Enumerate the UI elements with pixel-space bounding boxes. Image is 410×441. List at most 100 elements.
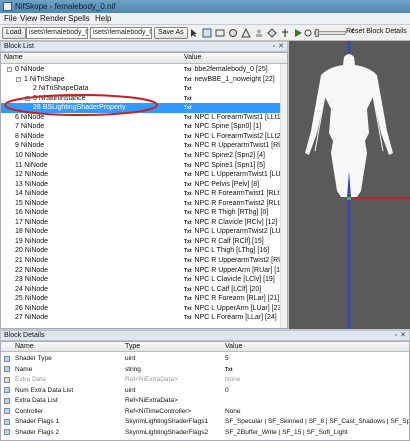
details-col-type[interactable]: Type	[125, 343, 140, 350]
detail-row[interactable]: Shader Flags 2 SkyrimLightingShaderFlags2…	[1, 428, 409, 437]
tree-row[interactable]: 11 NiNode Txt NPC Spine1 [Spn1] [5]	[1, 161, 287, 171]
tree-row[interactable]: 26 NiNode Txt NPC L UpperArm [LUar] [23]	[1, 304, 287, 314]
expand-toggle-icon[interactable]: +	[25, 95, 30, 101]
detail-value[interactable]: SF_ZBuffer_Write | SF_15 | SF_Soft_Light	[225, 428, 348, 437]
block-list-tree[interactable]: Name Value -0 NiNode Txt bbe2femalebody_0 …	[0, 52, 288, 329]
title-bar: NifSkope - femalebody_0.nif	[0, 0, 410, 13]
tree-row[interactable]: 17 NiNode Txt NPC R Clavicle [RClv] [12]	[1, 218, 287, 228]
text-type-icon: Txt	[184, 219, 192, 226]
tree-row[interactable]: 8 NiNode Txt NPC L ForearmTwist2 [LLt2] [2…	[1, 132, 287, 142]
tree-row[interactable]: 23 NiNode Txt NPC L Clavicle [LClv] [19]	[1, 275, 287, 285]
detail-value[interactable]: None	[225, 375, 241, 384]
tree-row[interactable]: -1 NiTriShape Txt newBBE_1_noweight [22]	[1, 75, 287, 85]
tree-row[interactable]: 22 NiNode Txt NPC R UpperArm [RUar] [18]	[1, 266, 287, 276]
tree-row[interactable]: 13 NiNode Txt NPC Pelvis [Pelv] [8]	[1, 180, 287, 190]
close-panel-icon[interactable]: ✕	[278, 42, 284, 51]
tree-row-name: 15 NiNode	[15, 199, 49, 207]
detail-row[interactable]: Controller Ref<NiTimeController> None	[1, 407, 409, 416]
pointer-icon[interactable]	[202, 28, 212, 38]
tree-row[interactable]: +3 NiSkinInstance Txt	[1, 94, 287, 104]
text-type-icon: Txt	[184, 296, 192, 303]
detail-value[interactable]: SF_Specular | SF_Skinned | SF_8 | SF_Cas…	[225, 417, 409, 426]
tree-row-value-text: NPC R Calf [RClf] [15]	[194, 237, 264, 245]
tree-row[interactable]: 15 NiNode TxtNPC R ForearmTwist2 [RLt2] […	[1, 199, 287, 209]
detail-value[interactable]: Txt	[225, 365, 233, 375]
detail-name: Name	[15, 365, 33, 373]
tree-row[interactable]: 25 NiNode Txt NPC R Forearm [RLar] [21]	[1, 294, 287, 304]
reset-block-details-button[interactable]: Reset Block Details	[346, 28, 407, 35]
tree-row[interactable]: 10 NiNode Txt NPC Spine2 [Spn2] [4]	[1, 151, 287, 161]
menu-view[interactable]: View	[20, 14, 37, 23]
col-name-header[interactable]: Name	[4, 54, 23, 61]
tree-row[interactable]: 2 NiTriShapeData Txt	[1, 84, 287, 94]
block-details-table[interactable]: Name Type Value Shader Type uint 5 Name stri…	[0, 341, 410, 441]
tree-row[interactable]: 9 NiNode TxtNPC R UpperarmTwist1 [RUt1] […	[1, 141, 287, 151]
flip-view-icon[interactable]	[267, 28, 277, 38]
text-type-icon: Txt	[184, 210, 192, 217]
tree-row-name: 24 NiNode	[15, 285, 49, 293]
tree-row-value-text: NPC R UpperarmTwist2 [RUt2] [17]	[194, 257, 288, 264]
collapse-toggle-icon[interactable]: -	[7, 67, 12, 72]
tree-row-name: 12 NiNode	[15, 171, 49, 179]
save-as-button[interactable]: Save As	[154, 27, 188, 39]
tree-row[interactable]: 27 NiNode Txt NPC L Forearm [LLar] [24]	[1, 313, 287, 323]
float-panel-icon[interactable]: ▫	[273, 42, 275, 51]
details-col-value[interactable]: Value	[225, 343, 242, 350]
load-path-field[interactable]: isets\femalebody_0.nif	[26, 27, 88, 39]
tree-row[interactable]: 12 NiNode Txt NPC L UpperarmTwist1 [LUt1] …	[1, 170, 287, 180]
detail-row[interactable]: Name string Txt	[1, 365, 409, 375]
details-col-name[interactable]: Name	[15, 343, 34, 350]
select-tool-icon[interactable]	[189, 28, 199, 38]
menu-help[interactable]: Help	[95, 14, 111, 23]
collapse-toggle-icon[interactable]: -	[16, 76, 21, 82]
load-button[interactable]: Load	[2, 27, 26, 39]
window-title: NifSkope - femalebody_0.nif	[15, 2, 116, 11]
tree-row[interactable]: -0 NiNode Txt bbe2femalebody_0 [25]	[1, 65, 287, 75]
save-path-field[interactable]: isets\femalebody_0.nif	[90, 27, 152, 39]
detail-row[interactable]: Extra Data List Ref<NiExtraData>	[1, 396, 409, 405]
menu-file[interactable]: File	[4, 14, 17, 23]
tree-row-value-text: NPC L UpperArm [LUar] [23]	[194, 304, 284, 312]
tree-row-name: 10 NiNode	[15, 151, 49, 159]
tree-row[interactable]: 16 NiNode Txt NPC R Thigh [RThg] [0]	[1, 208, 287, 218]
menu-bar: File View Render Spells Help	[0, 13, 410, 25]
tree-row[interactable]: 19 NiNode Txt NPC R Calf [RClf] [15]	[1, 237, 287, 247]
detail-value[interactable]: 5	[225, 354, 229, 363]
detail-row[interactable]: Num Extra Data List uint 0	[1, 386, 409, 395]
tree-row[interactable]: 6 NiNode Txt NPC L ForearmTwist1 [LLt1] [1…	[1, 113, 288, 123]
block-list-scrollbar[interactable]	[280, 64, 287, 328]
float-details-icon[interactable]: ▫	[395, 331, 397, 340]
detail-row[interactable]: Extra Data Ref<NiExtraData> None	[1, 375, 409, 384]
view-side-icon[interactable]	[228, 28, 238, 38]
text-type-icon: Txt	[184, 67, 192, 73]
close-details-icon[interactable]: ✕	[400, 331, 406, 340]
text-type-icon: Txt	[184, 172, 192, 179]
tree-row-value-text: NPC L ForearmTwist1 [LLt1] [11]	[194, 113, 288, 121]
tree-row[interactable]: 24 NiNode Txt NPC L Calf [LClf] [20]	[1, 285, 287, 295]
view-top-icon[interactable]	[241, 28, 251, 38]
text-type-icon: Txt	[184, 105, 192, 112]
view-front-icon[interactable]	[215, 28, 225, 38]
tree-row-value-text: NPC Pelvis [Pelv] [8]	[194, 180, 260, 188]
detail-row[interactable]: Shader Flags 1 SkyrimLightingShaderFlags1…	[1, 417, 409, 426]
tree-row-name: 11 NiNode	[15, 161, 48, 169]
block-details-title: Block Details	[4, 332, 45, 339]
col-value-header[interactable]: Value	[184, 54, 201, 61]
tree-row[interactable]: 20 NiNode Txt NPC L Thigh [LThg] [16]	[1, 246, 287, 256]
detail-value[interactable]: None	[225, 407, 241, 416]
tree-row-value-text: NPC R UpperArm [RUar] [18]	[194, 266, 286, 274]
text-type-icon: Txt	[184, 152, 192, 159]
menu-render[interactable]: Render	[40, 14, 66, 23]
tree-row-name: 20 NiNode	[15, 247, 49, 255]
tree-row[interactable]: 7 NiNode Txt NPC Spine [Spn0] [1]	[1, 122, 287, 132]
tree-row[interactable]: 14 NiNode Txt NPC R ForearmTwist1 [RLt1] […	[1, 189, 287, 199]
tree-row[interactable]: 18 NiNode Txt NPC L UpperarmTwist2 [LUt2] …	[1, 227, 287, 237]
render-viewport[interactable]	[289, 41, 410, 329]
detail-value[interactable]: 0	[225, 386, 229, 395]
menu-spells[interactable]: Spells	[68, 14, 90, 23]
field-icon	[4, 397, 10, 404]
detail-row[interactable]: Shader Type uint 5	[1, 354, 409, 363]
user-view-icon[interactable]	[254, 28, 264, 38]
tree-row-selected[interactable]: 28 BSLightingShaderProperty Txt	[1, 103, 287, 113]
tree-row[interactable]: 21 NiNode TxtNPC R UpperarmTwist2 [RUt2] …	[1, 256, 288, 266]
